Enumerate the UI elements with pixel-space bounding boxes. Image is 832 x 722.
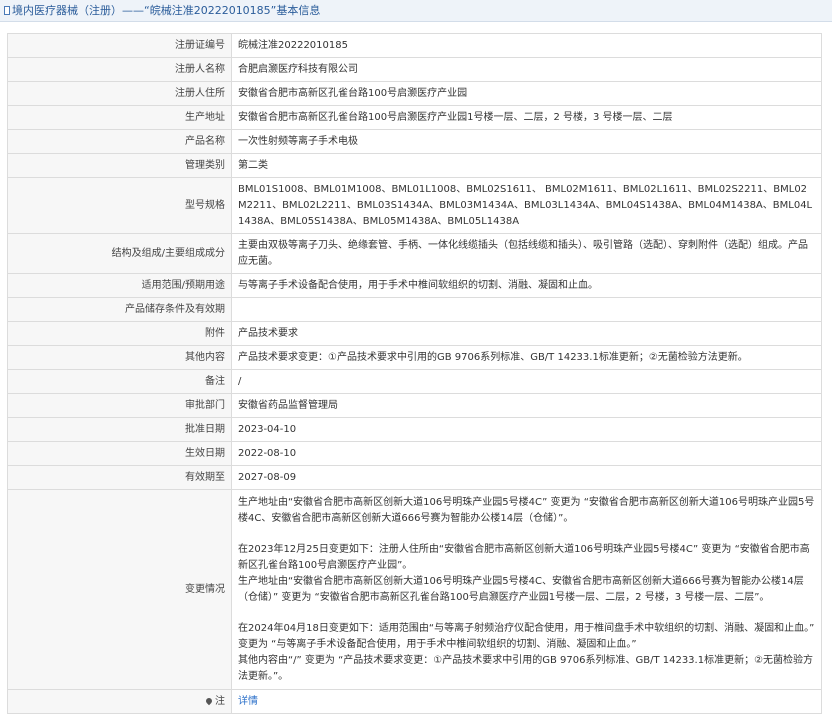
table-row: 型号规格 BML01S1008、BML01M1008、BML01L1008、BM… bbox=[7, 177, 822, 234]
note-label: 注 bbox=[215, 695, 225, 707]
row-label: 管理类别 bbox=[7, 153, 232, 178]
product-name: 一次性射频等离子手术电极 bbox=[231, 129, 822, 154]
table-row: 生产地址 安徽省合肥市高新区孔雀台路100号启灏医疗产业园1号楼一层、二层，2 … bbox=[7, 105, 822, 130]
remarks: / bbox=[231, 369, 822, 394]
table-row: 管理类别 第二类 bbox=[7, 153, 822, 178]
row-label: 审批部门 bbox=[7, 393, 232, 418]
registrant-name: 合肥启灏医疗科技有限公司 bbox=[231, 57, 822, 82]
approval-date: 2023-04-10 bbox=[231, 417, 822, 442]
table-row: 注册人名称 合肥启灏医疗科技有限公司 bbox=[7, 57, 822, 82]
row-label: 结构及组成/主要组成成分 bbox=[7, 233, 232, 274]
table-row: 注册证编号 皖械注准20222010185 bbox=[7, 33, 822, 58]
production-address: 安徽省合肥市高新区孔雀台路100号启灏医疗产业园1号楼一层、二层，2 号楼，3 … bbox=[231, 105, 822, 130]
row-label: 其他内容 bbox=[7, 345, 232, 370]
expiry-date: 2027-08-09 bbox=[231, 465, 822, 490]
detail-table: 注册证编号 皖械注准20222010185 注册人名称 合肥启灏医疗科技有限公司… bbox=[7, 33, 822, 714]
table-row: 批准日期 2023-04-10 bbox=[7, 417, 822, 442]
change-history: 生产地址由“安徽省合肥市高新区创新大道106号明珠产业园5号楼4C” 变更为 “… bbox=[231, 489, 822, 690]
table-row: 其他内容 产品技术要求变更：①产品技术要求中引用的GB 9706系列标准、GB/… bbox=[7, 345, 822, 370]
row-label: 有效期至 bbox=[7, 465, 232, 490]
table-row: 结构及组成/主要组成成分 主要由双极等离子刀头、绝缘套管、手柄、一体化线缆插头（… bbox=[7, 233, 822, 274]
table-row: 产品储存条件及有效期 bbox=[7, 297, 822, 322]
row-label: 适用范围/预期用途 bbox=[7, 273, 232, 298]
registrant-address: 安徽省合肥市高新区孔雀台路100号启灏医疗产业园 bbox=[231, 81, 822, 106]
effective-date: 2022-08-10 bbox=[231, 441, 822, 466]
change-paragraph: 生产地址由“安徽省合肥市高新区创新大道106号明珠产业园5号楼4C、安徽省合肥市… bbox=[238, 575, 804, 603]
table-row: 审批部门 安徽省药品监督管理局 bbox=[7, 393, 822, 418]
page-title: 境内医疗器械（注册）——“皖械注准20222010185”基本信息 bbox=[4, 4, 320, 18]
change-paragraph: 其他内容由“/” 变更为 “产品技术要求变更：①产品技术要求中引用的GB 970… bbox=[238, 654, 814, 682]
table-row: 产品名称 一次性射频等离子手术电极 bbox=[7, 129, 822, 154]
row-label: 备注 bbox=[7, 369, 232, 394]
row-label: 批准日期 bbox=[7, 417, 232, 442]
row-label: 变更情况 bbox=[7, 489, 232, 690]
row-label: 产品储存条件及有效期 bbox=[7, 297, 232, 322]
table-row: 注册人住所 安徽省合肥市高新区孔雀台路100号启灏医疗产业园 bbox=[7, 81, 822, 106]
table-row: 备注 / bbox=[7, 369, 822, 394]
structure-composition: 主要由双极等离子刀头、绝缘套管、手柄、一体化线缆插头（包括线缆和插头）、吸引管路… bbox=[231, 233, 822, 274]
management-class: 第二类 bbox=[231, 153, 822, 178]
row-label: 注册证编号 bbox=[7, 33, 232, 58]
details-link[interactable]: 详情 bbox=[238, 696, 258, 707]
change-paragraph: 在2023年12月25日变更如下：注册人住所由“安徽省合肥市高新区创新大道106… bbox=[238, 543, 810, 571]
table-row: 注 详情 bbox=[7, 689, 822, 714]
approval-department: 安徽省药品监督管理局 bbox=[231, 393, 822, 418]
row-label: 生产地址 bbox=[7, 105, 232, 130]
other-content: 产品技术要求变更：①产品技术要求中引用的GB 9706系列标准、GB/T 142… bbox=[231, 345, 822, 370]
row-label: 注册人住所 bbox=[7, 81, 232, 106]
attachment: 产品技术要求 bbox=[231, 321, 822, 346]
row-label: 注 bbox=[7, 689, 232, 714]
model-specs: BML01S1008、BML01M1008、BML01L1008、BML02S1… bbox=[231, 177, 822, 234]
row-label: 生效日期 bbox=[7, 441, 232, 466]
change-paragraph: 生产地址由“安徽省合肥市高新区创新大道106号明珠产业园5号楼4C” 变更为 “… bbox=[238, 496, 815, 524]
row-label: 型号规格 bbox=[7, 177, 232, 234]
pin-icon bbox=[204, 696, 214, 705]
registration-number: 皖械注准20222010185 bbox=[231, 33, 822, 58]
table-row: 附件 产品技术要求 bbox=[7, 321, 822, 346]
row-label: 产品名称 bbox=[7, 129, 232, 154]
intended-use: 与等离子手术设备配合使用，用于手术中椎间软组织的切割、消融、凝固和止血。 bbox=[231, 273, 822, 298]
storage-conditions bbox=[231, 297, 822, 322]
table-row: 有效期至 2027-08-09 bbox=[7, 465, 822, 490]
row-label: 注册人名称 bbox=[7, 57, 232, 82]
note-cell: 详情 bbox=[231, 689, 822, 714]
change-paragraph: 在2024年04月18日变更如下：适用范围由“与等离子射频治疗仪配合使用，用于椎… bbox=[238, 622, 815, 650]
row-label: 附件 bbox=[7, 321, 232, 346]
table-row: 生效日期 2022-08-10 bbox=[7, 441, 822, 466]
table-row: 变更情况 生产地址由“安徽省合肥市高新区创新大道106号明珠产业园5号楼4C” … bbox=[7, 489, 822, 690]
page-title-text: 境内医疗器械（注册）——“皖械注准20222010185”基本信息 bbox=[12, 4, 321, 17]
page-header: 境内医疗器械（注册）——“皖械注准20222010185”基本信息 bbox=[0, 0, 832, 22]
table-row: 适用范围/预期用途 与等离子手术设备配合使用，用于手术中椎间软组织的切割、消融、… bbox=[7, 273, 822, 298]
document-icon bbox=[4, 6, 10, 15]
